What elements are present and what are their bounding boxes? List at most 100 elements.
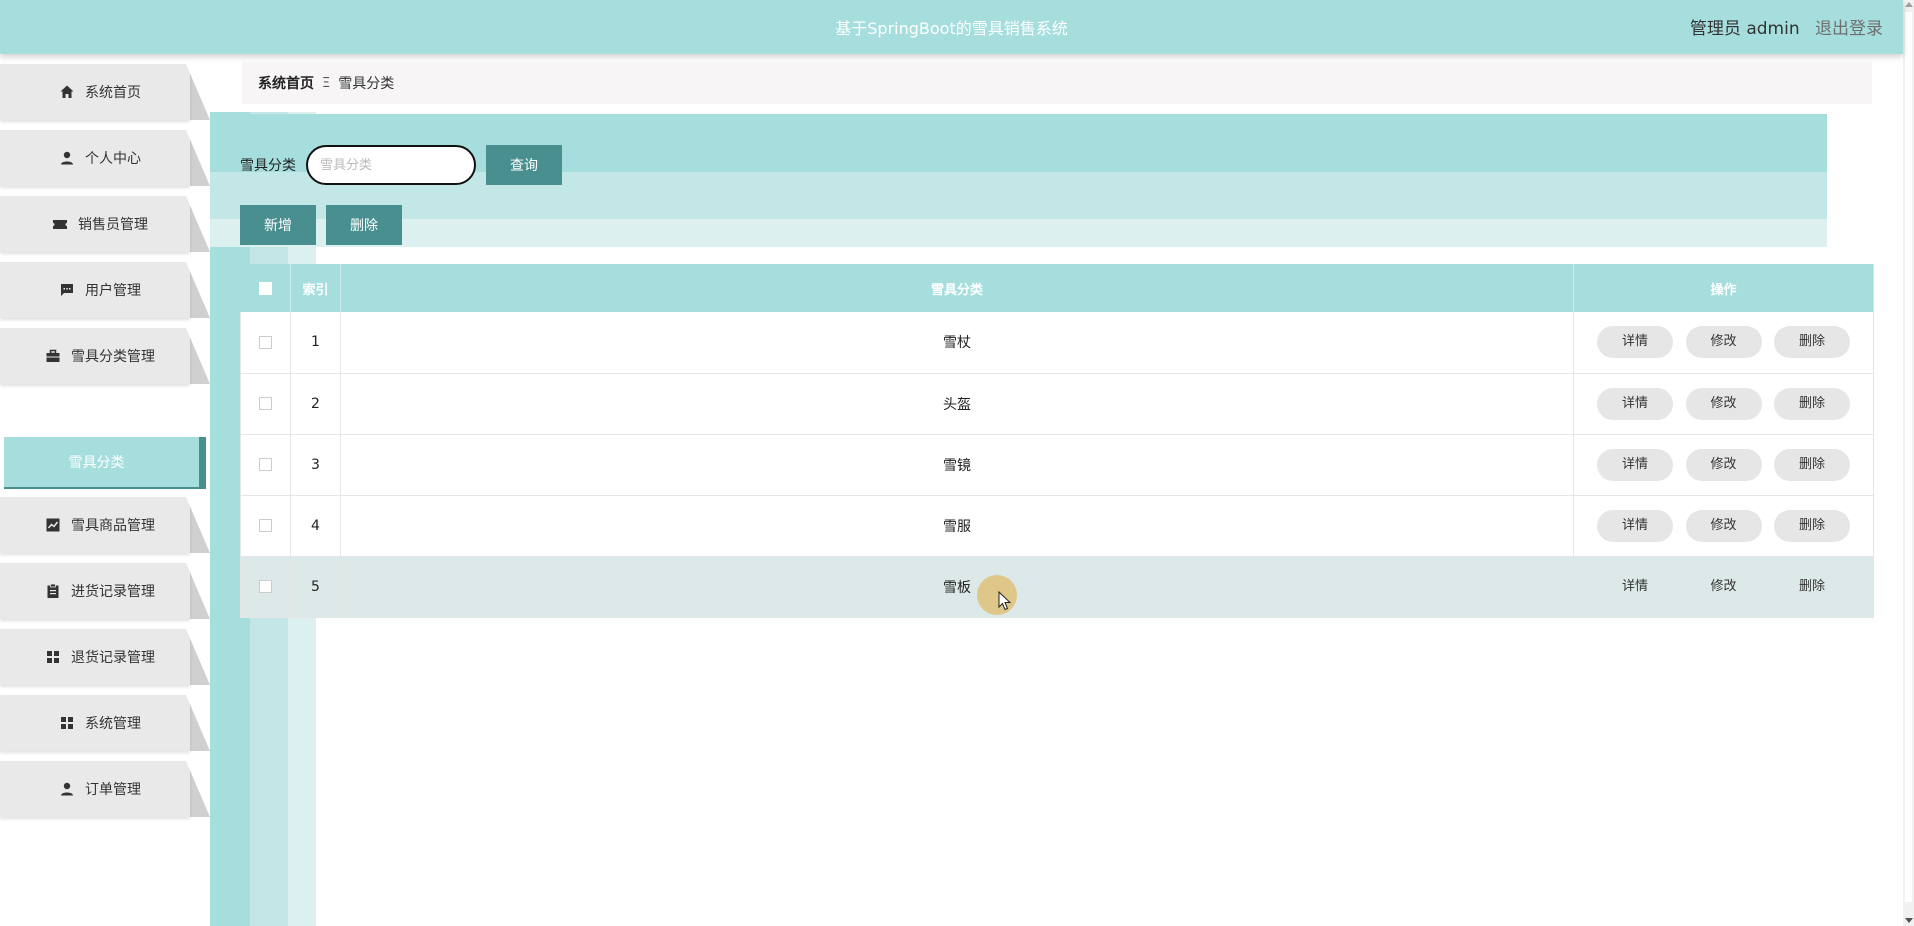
edit-button[interactable]: 修改	[1685, 387, 1762, 420]
search-input[interactable]	[306, 145, 476, 185]
grid-icon	[45, 649, 61, 665]
delete-button[interactable]: 删除	[1773, 509, 1850, 542]
mouse-cursor-icon	[998, 591, 1012, 611]
row-category: 雪杖	[340, 312, 1574, 373]
logout-link[interactable]: 退出登录	[1815, 19, 1883, 39]
briefcase-icon	[45, 348, 61, 364]
page-scrollbar[interactable]	[1903, 0, 1914, 926]
sidebar-subitem-category[interactable]: 雪具分类	[4, 437, 206, 489]
category-table: 索引 雪具分类 操作 1 雪杖 详情 修改 删除 2 头盔 详情 修改 删除 3…	[240, 264, 1874, 618]
chart-icon	[45, 517, 61, 533]
search-row: 雪具分类 查询	[240, 145, 562, 185]
row-index: 5	[290, 556, 341, 617]
home-icon	[59, 84, 75, 100]
sidebar-item-label: 雪具商品管理	[71, 518, 155, 534]
row-checkbox[interactable]	[259, 397, 272, 410]
search-label: 雪具分类	[240, 158, 296, 174]
table-row: 5 雪板 详情 修改 删除	[240, 556, 1874, 617]
select-all-cell	[240, 264, 291, 312]
table-row: 2 头盔 详情 修改 删除	[240, 373, 1874, 434]
app-title: 基于SpringBoot的雪具销售系统	[835, 19, 1068, 38]
detail-button[interactable]: 详情	[1597, 448, 1674, 481]
sidebar-item-orders[interactable]: 订单管理	[0, 761, 210, 817]
delete-button[interactable]: 删除	[1773, 387, 1850, 420]
sidebar-item-users[interactable]: 用户管理	[0, 262, 210, 318]
edit-button[interactable]: 修改	[1685, 448, 1762, 481]
grid-icon	[59, 715, 75, 731]
row-index: 3	[290, 434, 341, 495]
row-category: 头盔	[340, 373, 1574, 434]
detail-button[interactable]: 详情	[1597, 326, 1674, 359]
sidebar-item-personal-center[interactable]: 个人中心	[0, 130, 210, 186]
table-row: 3 雪镜 详情 修改 删除	[240, 434, 1874, 495]
row-index: 2	[290, 373, 341, 434]
detail-button[interactable]: 详情	[1597, 509, 1674, 542]
row-actions: 详情 修改 删除	[1573, 495, 1874, 556]
edit-button[interactable]: 修改	[1685, 570, 1762, 603]
column-header-category: 雪具分类	[340, 264, 1574, 312]
breadcrumb-home[interactable]: 系统首页	[258, 73, 314, 93]
row-checkbox[interactable]	[259, 519, 272, 532]
column-header-operation: 操作	[1573, 264, 1874, 312]
row-actions: 详情 修改 删除	[1573, 312, 1874, 373]
row-category: 雪服	[340, 495, 1574, 556]
sidebar: 系统首页 个人中心 销售员管理 用户管理 雪具分类管理 雪具分类 雪具商品管理 …	[0, 54, 210, 926]
breadcrumb: 系统首页 Ξ 雪具分类	[242, 62, 1872, 104]
ticket-icon	[52, 216, 68, 232]
sidebar-item-label: 进货记录管理	[71, 584, 155, 600]
column-header-index: 索引	[290, 264, 341, 312]
sidebar-item-label: 退货记录管理	[71, 650, 155, 666]
action-row: 新增 删除	[240, 205, 412, 245]
user-label: 管理员 admin	[1689, 19, 1800, 39]
detail-button[interactable]: 详情	[1597, 570, 1674, 603]
table-row: 4 雪服 详情 修改 删除	[240, 495, 1874, 556]
top-header: 基于SpringBoot的雪具销售系统 管理员 admin 退出登录	[0, 0, 1903, 54]
clipboard-icon	[45, 583, 61, 599]
scroll-up-arrow-icon[interactable]	[1905, 2, 1913, 7]
row-actions: 详情 修改 删除	[1573, 556, 1874, 617]
sidebar-item-label: 用户管理	[85, 283, 141, 299]
user-area: 管理员 admin 退出登录	[1690, 14, 1883, 39]
sidebar-item-label: 订单管理	[85, 782, 141, 798]
select-all-checkbox[interactable]	[258, 281, 272, 295]
delete-button[interactable]: 删除	[1773, 570, 1850, 603]
search-button[interactable]: 查询	[486, 145, 562, 185]
breadcrumb-current: 雪具分类	[338, 76, 395, 92]
scroll-thumb[interactable]	[1905, 12, 1912, 902]
sidebar-item-products[interactable]: 雪具商品管理	[0, 497, 210, 553]
delete-button[interactable]: 删除	[1773, 326, 1850, 359]
add-button[interactable]: 新增	[240, 205, 316, 245]
detail-button[interactable]: 详情	[1597, 387, 1674, 420]
table-header-row: 索引 雪具分类 操作	[240, 264, 1874, 312]
row-category: 雪镜	[340, 434, 1574, 495]
row-checkbox[interactable]	[259, 458, 272, 471]
sidebar-item-label: 个人中心	[85, 151, 141, 167]
sidebar-item-salesperson[interactable]: 销售员管理	[0, 196, 210, 252]
row-category: 雪板	[340, 556, 1574, 617]
delete-button[interactable]: 删除	[1773, 448, 1850, 481]
sidebar-item-label: 雪具分类管理	[71, 349, 155, 365]
row-actions: 详情 修改 删除	[1573, 373, 1874, 434]
row-index: 4	[290, 495, 341, 556]
row-actions: 详情 修改 删除	[1573, 434, 1874, 495]
sidebar-item-purchase-records[interactable]: 进货记录管理	[0, 563, 210, 619]
person-icon	[59, 150, 75, 166]
sidebar-item-label: 销售员管理	[78, 217, 148, 233]
chat-icon	[59, 282, 75, 298]
sidebar-item-home[interactable]: 系统首页	[0, 64, 210, 120]
scroll-down-arrow-icon[interactable]	[1905, 918, 1913, 923]
breadcrumb-separator: Ξ	[322, 75, 331, 91]
row-checkbox[interactable]	[259, 580, 272, 593]
sidebar-item-category-management[interactable]: 雪具分类管理	[0, 328, 210, 384]
sidebar-item-label: 系统管理	[85, 716, 141, 732]
batch-delete-button[interactable]: 删除	[326, 205, 402, 245]
table-row: 1 雪杖 详情 修改 删除	[240, 312, 1874, 373]
sidebar-item-return-records[interactable]: 退货记录管理	[0, 629, 210, 685]
person-icon	[59, 781, 75, 797]
sidebar-item-system[interactable]: 系统管理	[0, 695, 210, 751]
row-checkbox[interactable]	[259, 335, 272, 349]
row-index: 1	[290, 312, 341, 373]
sidebar-item-label: 系统首页	[85, 85, 141, 101]
edit-button[interactable]: 修改	[1685, 509, 1762, 542]
edit-button[interactable]: 修改	[1685, 326, 1762, 359]
